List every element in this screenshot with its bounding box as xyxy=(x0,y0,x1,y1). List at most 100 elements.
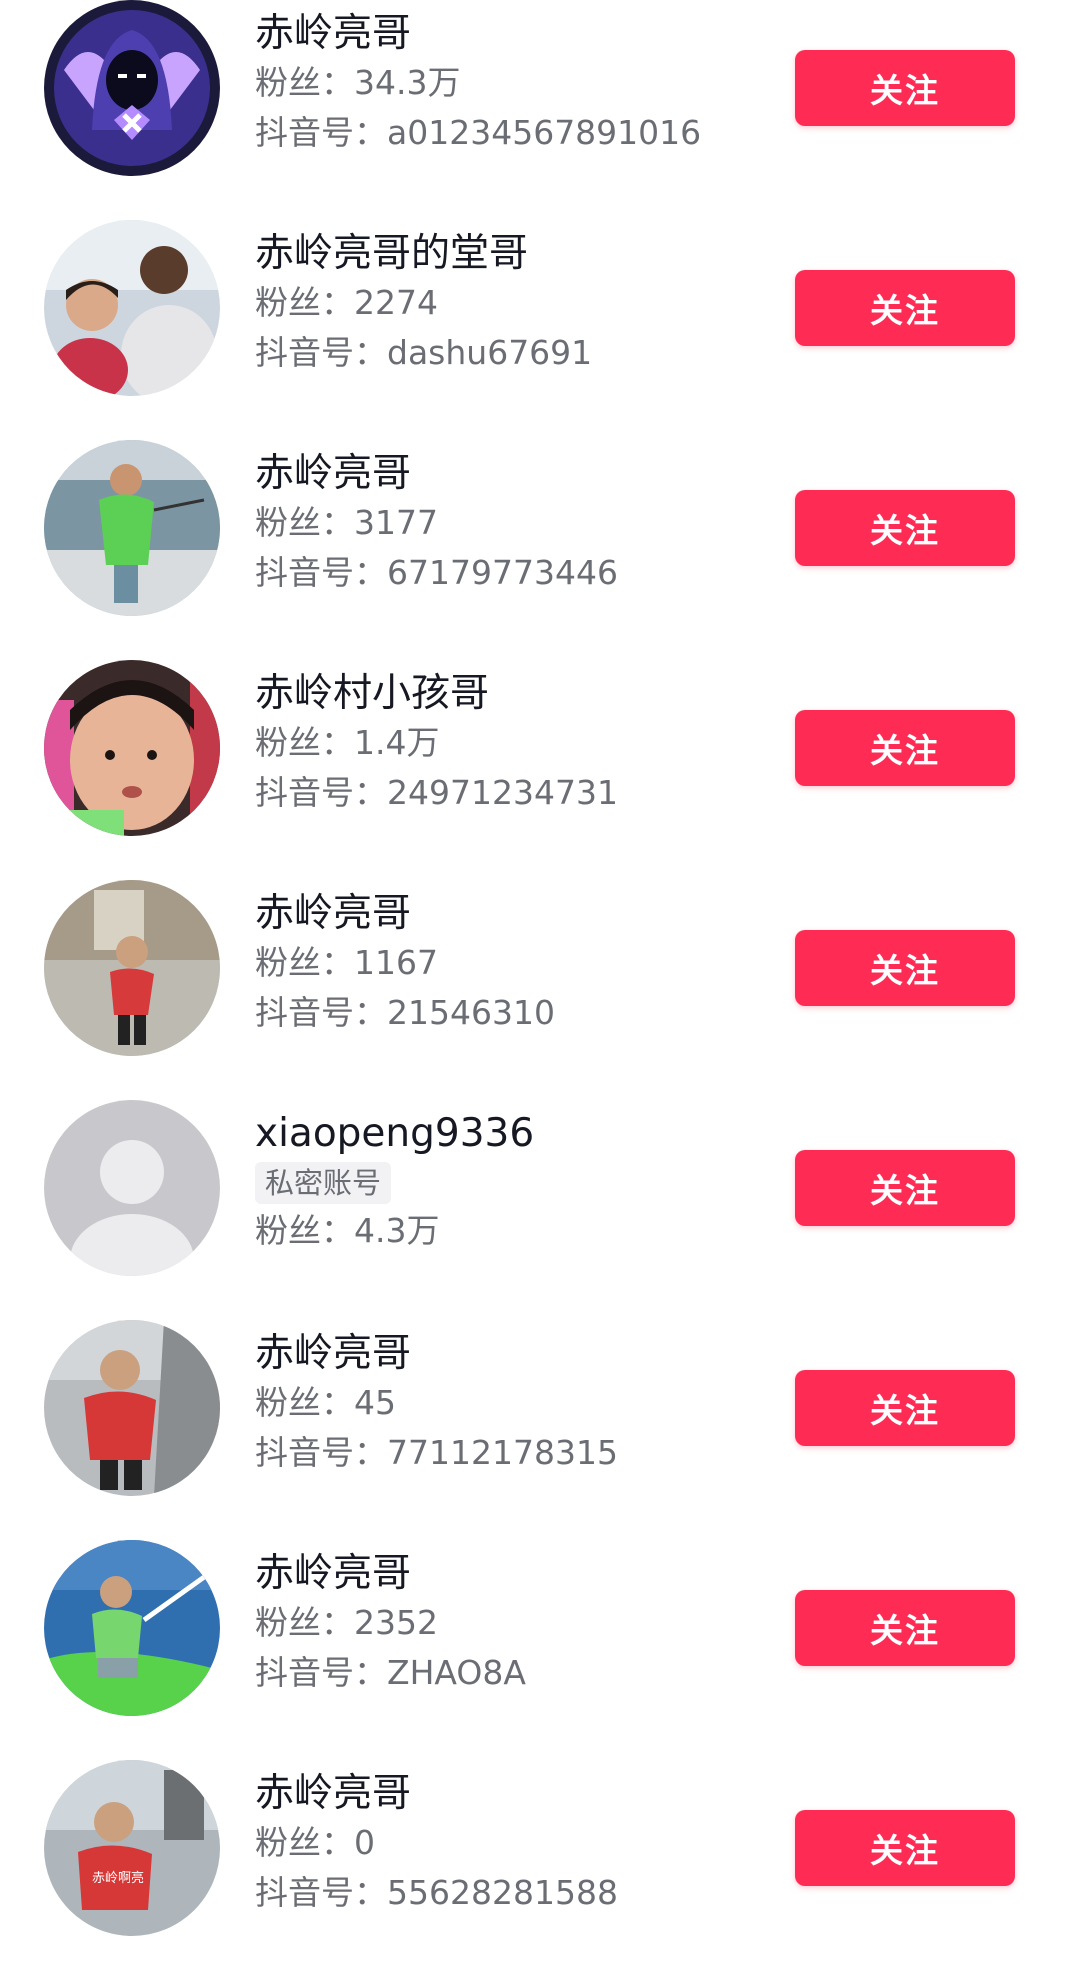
douyin-id: 抖音号：67179773446 xyxy=(255,548,618,598)
douyin-id: 抖音号：a01234567891016 xyxy=(255,108,701,158)
photo-avatar-icon xyxy=(44,660,220,836)
douyin-id-label: 抖音号： xyxy=(255,1873,387,1912)
photo-avatar-icon xyxy=(44,220,220,396)
user-name: 赤岭亮哥的堂哥 xyxy=(255,231,529,276)
photo-avatar-icon xyxy=(44,1320,220,1496)
fans-value: 1167 xyxy=(354,943,438,982)
user-name: 赤岭亮哥 xyxy=(255,1331,412,1376)
user-row[interactable]: 赤岭亮哥 粉丝：34.3万 抖音号：a01234567891016 关注 xyxy=(0,0,1080,220)
douyin-id-value: 67179773446 xyxy=(387,553,618,592)
fans-count: 粉丝：2352 xyxy=(255,1598,526,1648)
douyin-id-value: 55628281588 xyxy=(387,1873,618,1912)
follow-button[interactable]: 关注 xyxy=(795,930,1015,1006)
douyin-id: 抖音号：77112178315 xyxy=(255,1428,618,1478)
private-account-badge: 私密账号 xyxy=(255,1162,392,1204)
fans-count: 粉丝：45 xyxy=(255,1378,618,1428)
douyin-id-label: 抖音号： xyxy=(255,1653,387,1692)
douyin-id-value: ZHAO8A xyxy=(387,1653,526,1692)
user-info: 赤岭亮哥 粉丝：0 抖音号：55628281588 xyxy=(255,1770,618,1918)
user-info: 赤岭亮哥 粉丝：34.3万 抖音号：a01234567891016 xyxy=(255,10,701,158)
avatar[interactable] xyxy=(44,880,220,1056)
fans-count: 粉丝：34.3万 xyxy=(255,58,701,108)
avatar[interactable] xyxy=(44,1100,220,1276)
follow-button[interactable]: 关注 xyxy=(795,270,1015,346)
user-info: 赤岭亮哥 粉丝：1167 抖音号：21546310 xyxy=(255,890,555,1038)
douyin-id: 抖音号：24971234731 xyxy=(255,768,618,818)
user-row[interactable]: 赤岭啊亮 赤岭亮哥 粉丝：0 抖音号：55628281588 关注 xyxy=(0,1760,1080,1980)
user-search-results-list: 赤岭亮哥 粉丝：34.3万 抖音号：a01234567891016 关注 赤岭亮… xyxy=(0,0,1080,1936)
fans-value: 0 xyxy=(354,1823,375,1862)
default-user-avatar-icon xyxy=(44,1100,220,1276)
fans-value: 45 xyxy=(354,1383,396,1422)
avatar[interactable] xyxy=(44,0,220,176)
fans-label: 粉丝： xyxy=(255,283,354,322)
fans-count: 粉丝：2274 xyxy=(255,278,592,328)
hooded-figure-badge-icon xyxy=(44,0,220,176)
photo-avatar-icon xyxy=(44,440,220,616)
follow-button[interactable]: 关注 xyxy=(795,710,1015,786)
fans-label: 粉丝： xyxy=(255,1823,354,1862)
fans-label: 粉丝： xyxy=(255,943,354,982)
avatar[interactable] xyxy=(44,1540,220,1716)
follow-button[interactable]: 关注 xyxy=(795,50,1015,126)
user-row[interactable]: 赤岭亮哥 粉丝：3177 抖音号：67179773446 关注 xyxy=(0,440,1080,660)
photo-avatar-icon: 赤岭啊亮 xyxy=(44,1760,220,1936)
user-row[interactable]: xiaopeng9336 私密账号 粉丝：4.3万 关注 xyxy=(0,1100,1080,1320)
douyin-id: 抖音号：dashu67691 xyxy=(255,328,592,378)
fans-count: 粉丝：1167 xyxy=(255,938,555,988)
fans-label: 粉丝： xyxy=(255,1383,354,1422)
user-info: xiaopeng9336 私密账号 粉丝：4.3万 xyxy=(255,1110,534,1256)
follow-button[interactable]: 关注 xyxy=(795,490,1015,566)
fans-value: 2352 xyxy=(354,1603,438,1642)
fans-value: 3177 xyxy=(354,503,438,542)
douyin-id: 抖音号：ZHAO8A xyxy=(255,1648,526,1698)
fans-count: 粉丝：3177 xyxy=(255,498,618,548)
follow-button[interactable]: 关注 xyxy=(795,1150,1015,1226)
user-info: 赤岭村小孩哥 粉丝：1.4万 抖音号：24971234731 xyxy=(255,670,618,818)
avatar[interactable]: 赤岭啊亮 xyxy=(44,1760,220,1936)
user-name: 赤岭村小孩哥 xyxy=(255,671,490,716)
avatar[interactable] xyxy=(44,220,220,396)
avatar[interactable] xyxy=(44,1320,220,1496)
user-name: 赤岭亮哥 xyxy=(255,451,412,496)
douyin-id-label: 抖音号： xyxy=(255,333,387,372)
fans-count: 粉丝：4.3万 xyxy=(255,1206,534,1256)
douyin-id: 抖音号：55628281588 xyxy=(255,1868,618,1918)
fans-label: 粉丝： xyxy=(255,1603,354,1642)
douyin-id-value: 24971234731 xyxy=(387,773,618,812)
fans-value: 1.4万 xyxy=(354,723,440,762)
douyin-id-value: 77112178315 xyxy=(387,1433,618,1472)
fans-count: 粉丝：0 xyxy=(255,1818,618,1868)
douyin-id-label: 抖音号： xyxy=(255,773,387,812)
photo-avatar-icon xyxy=(44,880,220,1056)
avatar[interactable] xyxy=(44,660,220,836)
avatar-caption: 赤岭啊亮 xyxy=(92,1870,144,1886)
user-row[interactable]: 赤岭亮哥的堂哥 粉丝：2274 抖音号：dashu67691 关注 xyxy=(0,220,1080,440)
user-name: 赤岭亮哥 xyxy=(255,891,412,936)
user-name: 赤岭亮哥 xyxy=(255,1551,412,1596)
photo-avatar-icon xyxy=(44,1540,220,1716)
user-info: 赤岭亮哥 粉丝：2352 抖音号：ZHAO8A xyxy=(255,1550,526,1698)
user-row[interactable]: 赤岭亮哥 粉丝：1167 抖音号：21546310 关注 xyxy=(0,880,1080,1100)
user-name: xiaopeng9336 xyxy=(255,1111,535,1156)
avatar[interactable] xyxy=(44,440,220,616)
fans-label: 粉丝： xyxy=(255,503,354,542)
user-info: 赤岭亮哥的堂哥 粉丝：2274 抖音号：dashu67691 xyxy=(255,230,592,378)
fans-label: 粉丝： xyxy=(255,63,354,102)
follow-button[interactable]: 关注 xyxy=(795,1590,1015,1666)
fans-value: 2274 xyxy=(354,283,438,322)
user-row[interactable]: 赤岭亮哥 粉丝：2352 抖音号：ZHAO8A 关注 xyxy=(0,1540,1080,1760)
douyin-id-value: a01234567891016 xyxy=(387,113,702,152)
user-name: 赤岭亮哥 xyxy=(255,11,412,56)
douyin-id: 抖音号：21546310 xyxy=(255,988,555,1038)
douyin-id-value: 21546310 xyxy=(387,993,555,1032)
follow-button[interactable]: 关注 xyxy=(795,1370,1015,1446)
fans-value: 4.3万 xyxy=(354,1211,440,1250)
fans-label: 粉丝： xyxy=(255,1211,354,1250)
user-row[interactable]: 赤岭村小孩哥 粉丝：1.4万 抖音号：24971234731 关注 xyxy=(0,660,1080,880)
user-row[interactable]: 赤岭亮哥 粉丝：45 抖音号：77112178315 关注 xyxy=(0,1320,1080,1540)
follow-button[interactable]: 关注 xyxy=(795,1810,1015,1886)
fans-label: 粉丝： xyxy=(255,723,354,762)
douyin-id-label: 抖音号： xyxy=(255,1433,387,1472)
fans-count: 粉丝：1.4万 xyxy=(255,718,618,768)
